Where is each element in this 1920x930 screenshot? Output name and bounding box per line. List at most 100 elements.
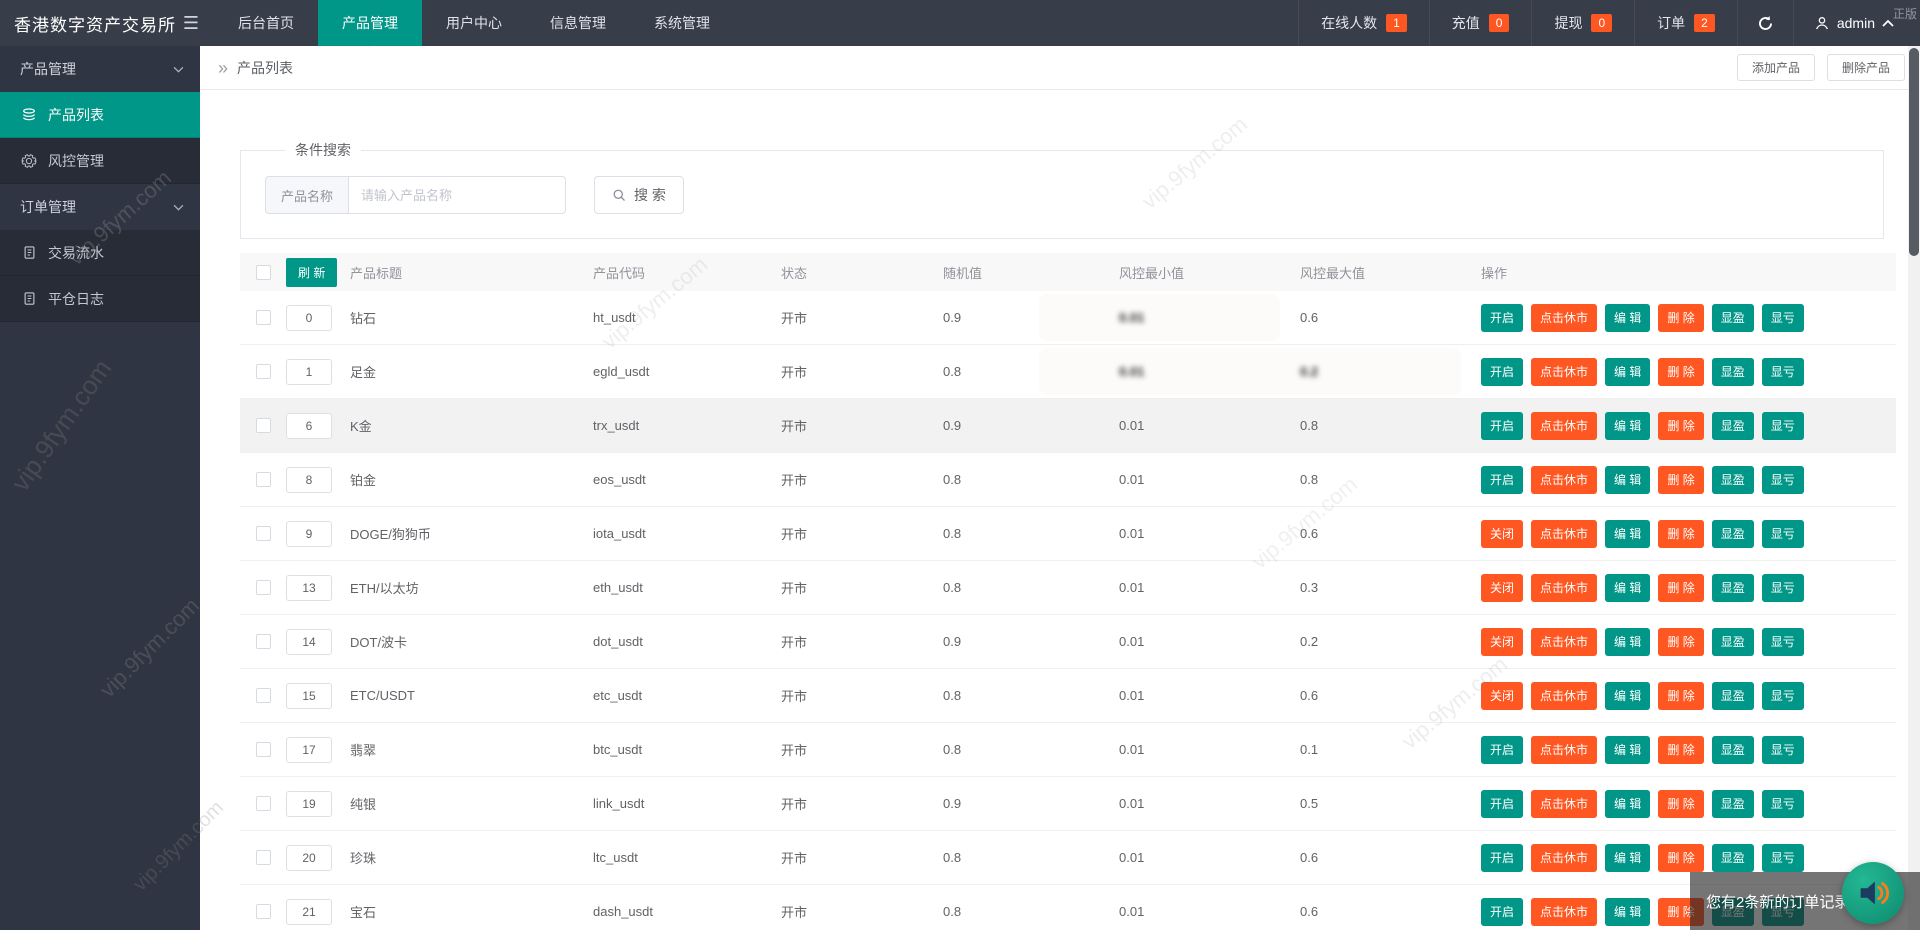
sidebar-group-订单管理[interactable]: 订单管理	[0, 184, 200, 230]
user-menu[interactable]: admin	[1793, 0, 1920, 46]
refresh-icon[interactable]	[1737, 0, 1793, 46]
toggle-market-button[interactable]: 开启	[1481, 898, 1523, 926]
show-profit-button[interactable]: 显盈	[1712, 790, 1754, 818]
sidebar-item-风控管理[interactable]: 风控管理	[0, 138, 200, 184]
show-loss-button[interactable]: 显亏	[1762, 628, 1804, 656]
close-market-button[interactable]: 点击休市	[1531, 358, 1597, 386]
delete-button[interactable]: 删 除	[1658, 520, 1703, 548]
delete-button[interactable]: 删 除	[1658, 358, 1703, 386]
row-checkbox[interactable]	[256, 310, 271, 325]
scrollbar-thumb[interactable]	[1909, 48, 1919, 256]
edit-button[interactable]: 编 辑	[1605, 682, 1650, 710]
delete-button[interactable]: 删 除	[1658, 304, 1703, 332]
show-loss-button[interactable]: 显亏	[1762, 844, 1804, 872]
show-profit-button[interactable]: 显盈	[1712, 412, 1754, 440]
edit-button[interactable]: 编 辑	[1605, 844, 1650, 872]
nav-item[interactable]: 信息管理	[526, 0, 630, 46]
product-name-input[interactable]	[348, 176, 566, 214]
row-checkbox[interactable]	[256, 634, 271, 649]
row-checkbox[interactable]	[256, 904, 271, 919]
toggle-market-button[interactable]: 关闭	[1481, 520, 1523, 548]
delete-button[interactable]: 删 除	[1658, 412, 1703, 440]
search-button[interactable]: 搜 索	[594, 176, 684, 214]
sort-id-input[interactable]	[286, 521, 332, 547]
row-checkbox[interactable]	[256, 526, 271, 541]
delete-button[interactable]: 删 除	[1658, 466, 1703, 494]
toggle-market-button[interactable]: 开启	[1481, 790, 1523, 818]
sidebar-item-交易流水[interactable]: 交易流水	[0, 230, 200, 276]
toggle-market-button[interactable]: 开启	[1481, 466, 1523, 494]
stat-item[interactable]: 在线人数1	[1298, 0, 1429, 46]
close-market-button[interactable]: 点击休市	[1531, 898, 1597, 926]
toggle-market-button[interactable]: 开启	[1481, 412, 1523, 440]
show-profit-button[interactable]: 显盈	[1712, 304, 1754, 332]
toggle-market-button[interactable]: 关闭	[1481, 628, 1523, 656]
row-checkbox[interactable]	[256, 418, 271, 433]
stat-item[interactable]: 订单2	[1634, 0, 1737, 46]
show-loss-button[interactable]: 显亏	[1762, 304, 1804, 332]
show-profit-button[interactable]: 显盈	[1712, 682, 1754, 710]
toggle-market-button[interactable]: 开启	[1481, 736, 1523, 764]
show-profit-button[interactable]: 显盈	[1712, 628, 1754, 656]
show-loss-button[interactable]: 显亏	[1762, 412, 1804, 440]
close-market-button[interactable]: 点击休市	[1531, 682, 1597, 710]
close-market-button[interactable]: 点击休市	[1531, 520, 1597, 548]
delete-button[interactable]: 删 除	[1658, 628, 1703, 656]
refresh-button[interactable]: 刷 新	[286, 258, 337, 287]
edit-button[interactable]: 编 辑	[1605, 466, 1650, 494]
menu-toggle-icon[interactable]: ☰	[168, 0, 214, 46]
sort-id-input[interactable]	[286, 359, 332, 385]
show-loss-button[interactable]: 显亏	[1762, 520, 1804, 548]
edit-button[interactable]: 编 辑	[1605, 628, 1650, 656]
row-checkbox[interactable]	[256, 850, 271, 865]
close-market-button[interactable]: 点击休市	[1531, 844, 1597, 872]
show-loss-button[interactable]: 显亏	[1762, 736, 1804, 764]
add-product-button[interactable]: 添加产品	[1737, 54, 1815, 81]
show-profit-button[interactable]: 显盈	[1712, 466, 1754, 494]
delete-product-button[interactable]: 删除产品	[1827, 54, 1905, 81]
show-loss-button[interactable]: 显亏	[1762, 574, 1804, 602]
edit-button[interactable]: 编 辑	[1605, 790, 1650, 818]
delete-button[interactable]: 删 除	[1658, 736, 1703, 764]
close-market-button[interactable]: 点击休市	[1531, 736, 1597, 764]
sidebar-group-产品管理[interactable]: 产品管理	[0, 46, 200, 92]
notification-speaker-button[interactable]	[1842, 862, 1904, 924]
toggle-market-button[interactable]: 开启	[1481, 844, 1523, 872]
row-checkbox[interactable]	[256, 796, 271, 811]
sort-id-input[interactable]	[286, 737, 332, 763]
show-loss-button[interactable]: 显亏	[1762, 358, 1804, 386]
sort-id-input[interactable]	[286, 683, 332, 709]
row-checkbox[interactable]	[256, 472, 271, 487]
edit-button[interactable]: 编 辑	[1605, 898, 1650, 926]
sort-id-input[interactable]	[286, 413, 332, 439]
toggle-market-button[interactable]: 开启	[1481, 304, 1523, 332]
toggle-market-button[interactable]: 关闭	[1481, 682, 1523, 710]
show-loss-button[interactable]: 显亏	[1762, 682, 1804, 710]
row-checkbox[interactable]	[256, 742, 271, 757]
close-market-button[interactable]: 点击休市	[1531, 628, 1597, 656]
show-profit-button[interactable]: 显盈	[1712, 574, 1754, 602]
close-market-button[interactable]: 点击休市	[1531, 304, 1597, 332]
row-checkbox[interactable]	[256, 688, 271, 703]
edit-button[interactable]: 编 辑	[1605, 304, 1650, 332]
stat-item[interactable]: 提现0	[1531, 0, 1634, 46]
sort-id-input[interactable]	[286, 899, 332, 925]
delete-button[interactable]: 删 除	[1658, 682, 1703, 710]
nav-item[interactable]: 系统管理	[630, 0, 734, 46]
page-scrollbar[interactable]	[1908, 46, 1920, 930]
nav-item[interactable]: 产品管理	[318, 0, 422, 46]
delete-button[interactable]: 删 除	[1658, 844, 1703, 872]
delete-button[interactable]: 删 除	[1658, 574, 1703, 602]
row-checkbox[interactable]	[256, 364, 271, 379]
row-checkbox[interactable]	[256, 580, 271, 595]
sidebar-item-平仓日志[interactable]: 平仓日志	[0, 276, 200, 322]
nav-item[interactable]: 后台首页	[214, 0, 318, 46]
close-market-button[interactable]: 点击休市	[1531, 466, 1597, 494]
sort-id-input[interactable]	[286, 575, 332, 601]
close-market-button[interactable]: 点击休市	[1531, 412, 1597, 440]
edit-button[interactable]: 编 辑	[1605, 358, 1650, 386]
nav-item[interactable]: 用户中心	[422, 0, 526, 46]
sort-id-input[interactable]	[286, 305, 332, 331]
delete-button[interactable]: 删 除	[1658, 790, 1703, 818]
edit-button[interactable]: 编 辑	[1605, 520, 1650, 548]
